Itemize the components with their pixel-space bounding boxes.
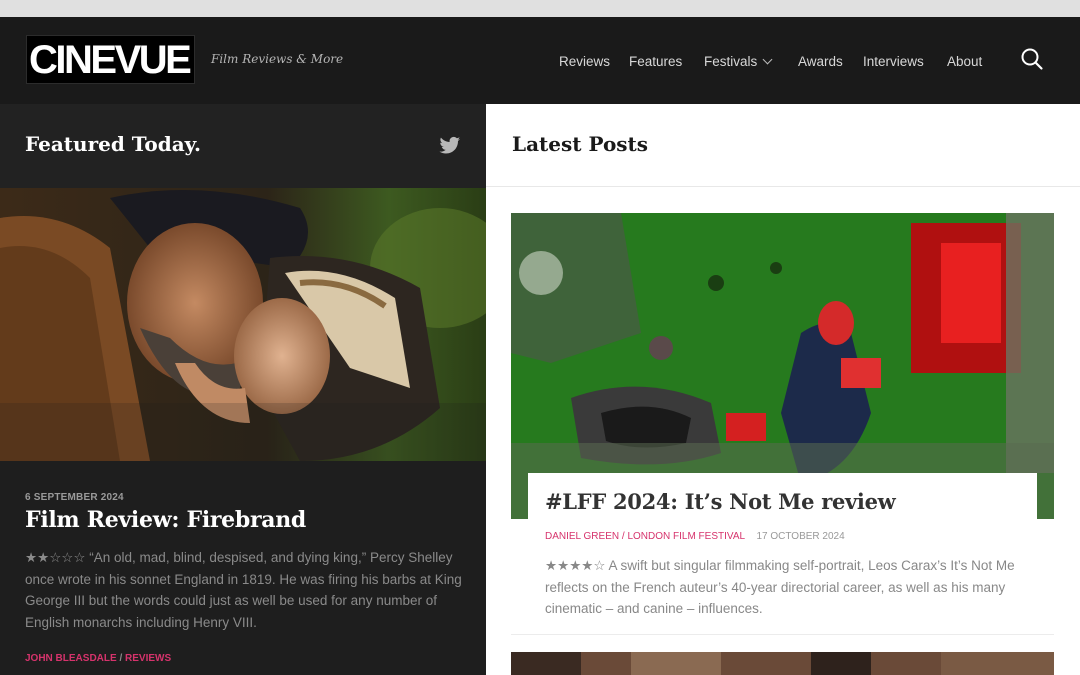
chevron-down-icon (762, 54, 773, 65)
post-author[interactable]: DANIEL GREEN (545, 531, 619, 542)
featured-article-excerpt-text: “An old, mad, blind, despised, and dying… (25, 550, 462, 631)
meta-separator: / (621, 531, 625, 542)
featured-article-date: 6 SEPTEMBER 2024 (25, 492, 124, 503)
post-divider (511, 634, 1054, 635)
next-post-image[interactable] (511, 652, 1054, 675)
nav-interviews[interactable]: Interviews (863, 54, 924, 69)
featured-article-title[interactable]: Film Review: Firebrand (25, 507, 306, 533)
meta-separator: / (119, 653, 123, 664)
latest-posts-header: Latest Posts (486, 104, 1080, 187)
post-excerpt-text: A swift but singular filmmaking self-por… (545, 558, 1015, 617)
nav-features[interactable]: Features (629, 54, 682, 69)
featured-section: Featured Today. 6 SEPTEMBER 2024 Film Re… (0, 104, 486, 675)
featured-article-category[interactable]: REVIEWS (125, 653, 171, 664)
featured-header: Featured Today. (0, 104, 486, 188)
featured-article-meta: JOHN BLEASDALE / REVIEWS (25, 653, 171, 664)
latest-posts-section: Latest Posts #LFF 2024: It’s Not Me revi… (486, 104, 1080, 675)
featured-article-excerpt: ★★☆☆☆ “An old, mad, blind, despised, and… (25, 547, 465, 634)
search-icon[interactable] (1020, 47, 1044, 71)
main-nav: Reviews Features Festivals Awards Interv… (0, 54, 1080, 74)
post-title[interactable]: #LFF 2024: It’s Not Me review (545, 489, 896, 514)
featured-heading: Featured Today. (25, 132, 201, 156)
post-excerpt: ★★★★☆ A swift but singular filmmaking se… (545, 555, 1035, 620)
site-header: CINEVUE Film Reviews & More Reviews Feat… (0, 17, 1080, 104)
latest-posts-heading: Latest Posts (512, 132, 649, 156)
post-rating: ★★★★☆ (545, 558, 606, 573)
featured-article-author[interactable]: JOHN BLEASDALE (25, 653, 117, 664)
post-meta: DANIEL GREEN / LONDON FILM FESTIVAL 17 O… (545, 531, 845, 542)
post-category[interactable]: LONDON FILM FESTIVAL (627, 531, 744, 542)
featured-image[interactable] (0, 188, 486, 461)
twitter-icon[interactable] (439, 136, 461, 156)
featured-article-rating: ★★☆☆☆ (25, 550, 86, 565)
nav-about[interactable]: About (947, 54, 982, 69)
nav-reviews[interactable]: Reviews (559, 54, 610, 69)
nav-awards[interactable]: Awards (798, 54, 843, 69)
nav-festivals-label: Festivals (704, 54, 758, 69)
browser-top-strip (0, 0, 1080, 17)
post-date: 17 OCTOBER 2024 (756, 531, 845, 542)
nav-festivals[interactable]: Festivals (704, 54, 773, 69)
post-title-card: #LFF 2024: It’s Not Me review (528, 473, 1037, 531)
